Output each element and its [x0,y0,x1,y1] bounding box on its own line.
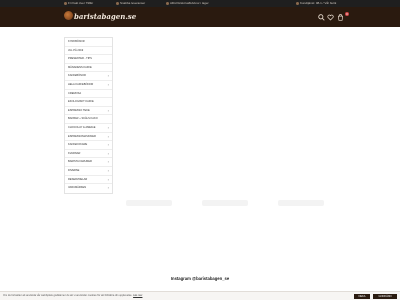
customer-service-text: Kundtjänst: 08-1 / Vår butik [300,1,337,5]
accept-cookies-button[interactable]: GODKÄNN [373,294,397,299]
product-placeholder [126,200,172,206]
search-icon[interactable] [318,14,325,21]
menu-item[interactable]: BARISTA FARURER › [65,158,112,167]
logo-icon[interactable] [64,11,73,20]
menu-item[interactable]: KAFFEBÖNOR › [65,72,112,81]
chevron-right-icon: › [107,167,109,173]
fast-delivery-text: Snabba leveranser [120,1,146,5]
chevron-right-icon: › [107,73,109,79]
chevron-right-icon: › [107,107,109,113]
check-icon [64,1,67,5]
cookie-message: Om du fortsätter att använda vår webbpla… [3,294,133,297]
menu-item[interactable]: KAFFEKOKARE › [65,141,112,150]
free-shipping-text: Fri frakt över 799kr [68,1,94,5]
menu-item[interactable]: DIVERSE › [65,167,112,176]
fresh-beans-text: Alltid färskt kaffebönor i lager [170,1,209,5]
menu-item[interactable]: HELA KAFFEBÖNOR › [65,81,112,90]
category-menu: KYRKBÖNOR JUL PÅ 2019 PRESENTER - TIPS M… [64,37,113,194]
chevron-right-icon: › [107,124,109,130]
menu-item[interactable]: ESPRESSOMASKINER › [65,133,112,142]
product-placeholder [202,200,248,206]
free-shipping-notice: Fri frakt över 799kr [64,1,93,5]
chevron-right-icon: › [107,133,109,139]
menu-item[interactable]: EKOLOGISKT KAFFE [65,98,112,107]
menu-item[interactable]: JUL PÅ 2019 [65,47,112,56]
menu-item[interactable]: VARUMÄRKEN › [65,184,112,193]
decline-cookies-button[interactable]: NEKA [354,294,370,299]
menu-item[interactable]: CHOCOLAY & AMEIGE › [65,124,112,133]
cookie-consent-bar: Om du fortsätter att använda vår webbpla… [0,291,400,300]
cart-count-badge: 0 [345,12,349,16]
chevron-right-icon: › [107,159,109,165]
phone-icon [296,1,299,5]
product-placeholder [278,200,324,206]
menu-item[interactable]: KVARNAR › [65,150,112,159]
cookie-text-row: Om du fortsätter att använda vår webbpla… [3,294,142,297]
menu-item[interactable]: KYRKBÖNOR [65,38,112,47]
menu-item[interactable]: BAKBAR + SKÅLS KAKO [65,115,112,124]
menu-item[interactable]: CREMOSA [65,90,112,99]
menu-item[interactable]: MÅNADENS KAFFE [65,64,112,73]
chevron-right-icon: › [107,142,109,148]
top-info-bar: Fri frakt över 799kr Snabba leveranser A… [0,0,400,7]
fast-delivery-notice: Snabba leveranser [116,1,145,5]
chevron-right-icon: › [107,176,109,182]
heart-icon[interactable] [327,14,334,21]
cart-icon[interactable] [337,14,344,21]
read-more-link[interactable]: Läs mer [133,294,142,297]
instagram-heading[interactable]: Instagram @baristabagen_se [0,276,400,281]
fresh-beans-notice: Alltid färskt kaffebönor i lager [166,1,209,5]
check-icon [116,1,119,5]
menu-item[interactable]: PRESENTER - TIPS [65,55,112,64]
chevron-right-icon: › [107,81,109,87]
chevron-right-icon: › [107,185,109,191]
menu-item[interactable]: ESPRESSO TEKE › [65,107,112,116]
site-logo[interactable]: baristabagen.se [74,12,136,21]
check-icon [166,1,169,5]
customer-service-link[interactable]: Kundtjänst: 08-1 / Vår butik [296,1,336,5]
menu-item[interactable]: RESERVDELAR › [65,176,112,185]
chevron-right-icon: › [107,150,109,156]
